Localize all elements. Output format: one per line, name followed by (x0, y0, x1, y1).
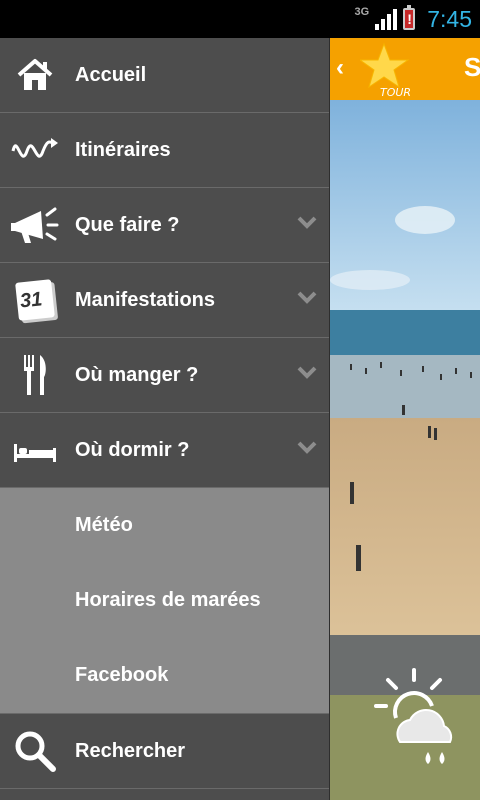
bed-icon (14, 444, 56, 462)
svg-text:TOUR: TOUR (380, 86, 411, 98)
chevron-down-icon[interactable] (297, 440, 317, 454)
menu-item-label: Facebook (75, 664, 169, 686)
secondary-menu: Météo Horaires de marées Facebook (0, 488, 329, 713)
app-header: ‹ TOUR S (330, 38, 480, 100)
menu-item-facebook[interactable]: Facebook (0, 638, 329, 713)
menu-item-meteo[interactable]: Météo (0, 488, 329, 563)
menu-item-label: Que faire ? (75, 213, 180, 236)
calendar-day: 31 (18, 288, 44, 313)
home-icon (17, 59, 53, 90)
network-type: 3G (354, 6, 370, 18)
route-icon (11, 138, 58, 158)
menu-item-que-faire[interactable]: Que faire ? (0, 188, 329, 263)
signal-icon (375, 8, 398, 30)
status-bar: 3G ! 7:45 (0, 0, 480, 38)
chevron-down-icon[interactable] (297, 290, 317, 304)
menu-item-ou-dormir[interactable]: Où dormir ? (0, 413, 329, 488)
search-icon (15, 731, 56, 772)
navigation-drawer: Accueil Itinéraires Que faire ? 31 Manif… (0, 38, 330, 800)
menu-item-itineraires[interactable]: Itinéraires (0, 113, 329, 188)
menu-item-label: Où dormir ? (75, 438, 190, 461)
menu-item-label: Rechercher (75, 739, 186, 762)
menu-item-label: Accueil (75, 63, 147, 86)
chevron-down-icon[interactable] (297, 215, 317, 229)
clock: 7:45 (427, 5, 472, 32)
calendar-icon: 31 (10, 275, 60, 325)
main-content: ‹ TOUR S (330, 38, 480, 800)
header-title: S (464, 52, 480, 82)
battery-icon: ! (403, 5, 416, 30)
back-chevron-icon[interactable]: ‹ (336, 54, 344, 82)
menu-item-manifestations[interactable]: 31 Manifestations (0, 263, 329, 338)
menu-item-accueil[interactable]: Accueil (0, 38, 329, 113)
menu-item-rechercher[interactable]: Rechercher (0, 713, 329, 789)
chevron-down-icon[interactable] (297, 365, 317, 379)
menu-item-label: Horaires de marées (75, 589, 261, 611)
menu-item-label: Météo (75, 514, 133, 536)
weather-icon[interactable] (374, 666, 466, 776)
tour-star-logo: TOUR (360, 42, 411, 98)
menu-item-label: Manifestations (75, 288, 216, 311)
menu-item-horaires-marees[interactable]: Horaires de marées (0, 563, 329, 638)
fork-knife-icon (24, 355, 46, 395)
menu-item-label: Où manger ? (75, 363, 199, 386)
menu-item-ou-manger[interactable]: Où manger ? (0, 338, 329, 413)
megaphone-icon (11, 207, 59, 243)
menu-item-label: Itinéraires (75, 138, 171, 161)
